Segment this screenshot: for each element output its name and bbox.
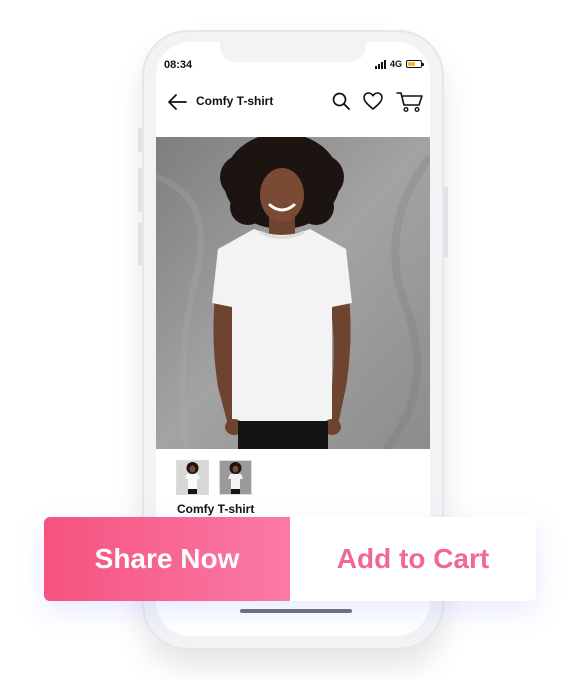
share-now-button[interactable]: Share Now: [44, 517, 290, 601]
search-icon[interactable]: [331, 91, 351, 111]
cart-icon[interactable]: [396, 91, 424, 113]
status-indicators: 4G: [374, 59, 424, 69]
signal-icon: [374, 59, 386, 69]
network-label: 4G: [389, 59, 402, 69]
status-time: 08:34: [164, 59, 193, 71]
action-buttons: Share Now Add to Cart: [44, 517, 536, 601]
product-image[interactable]: [156, 137, 430, 449]
thumbnail-strip: [176, 460, 252, 495]
thumbnail-1[interactable]: [176, 460, 209, 495]
phone-side-button-left-mid: [138, 168, 142, 212]
product-photo-illustration: [156, 137, 430, 449]
page-title: Comfy T-shirt: [196, 94, 274, 108]
home-indicator: [240, 609, 352, 613]
add-to-cart-button[interactable]: Add to Cart: [290, 517, 536, 601]
phone-side-button-left-bottom: [138, 222, 142, 266]
product-name: Comfy T-shirt: [177, 502, 255, 516]
heart-icon[interactable]: [362, 91, 384, 111]
phone-side-button-left-top: [138, 128, 142, 152]
battery-icon: [406, 60, 424, 68]
back-arrow-icon[interactable]: [166, 92, 188, 112]
thumbnail-2[interactable]: [219, 460, 252, 495]
phone-side-button-right: [444, 186, 448, 258]
app-header: Comfy T-shirt: [156, 88, 430, 116]
notch: [220, 42, 366, 62]
